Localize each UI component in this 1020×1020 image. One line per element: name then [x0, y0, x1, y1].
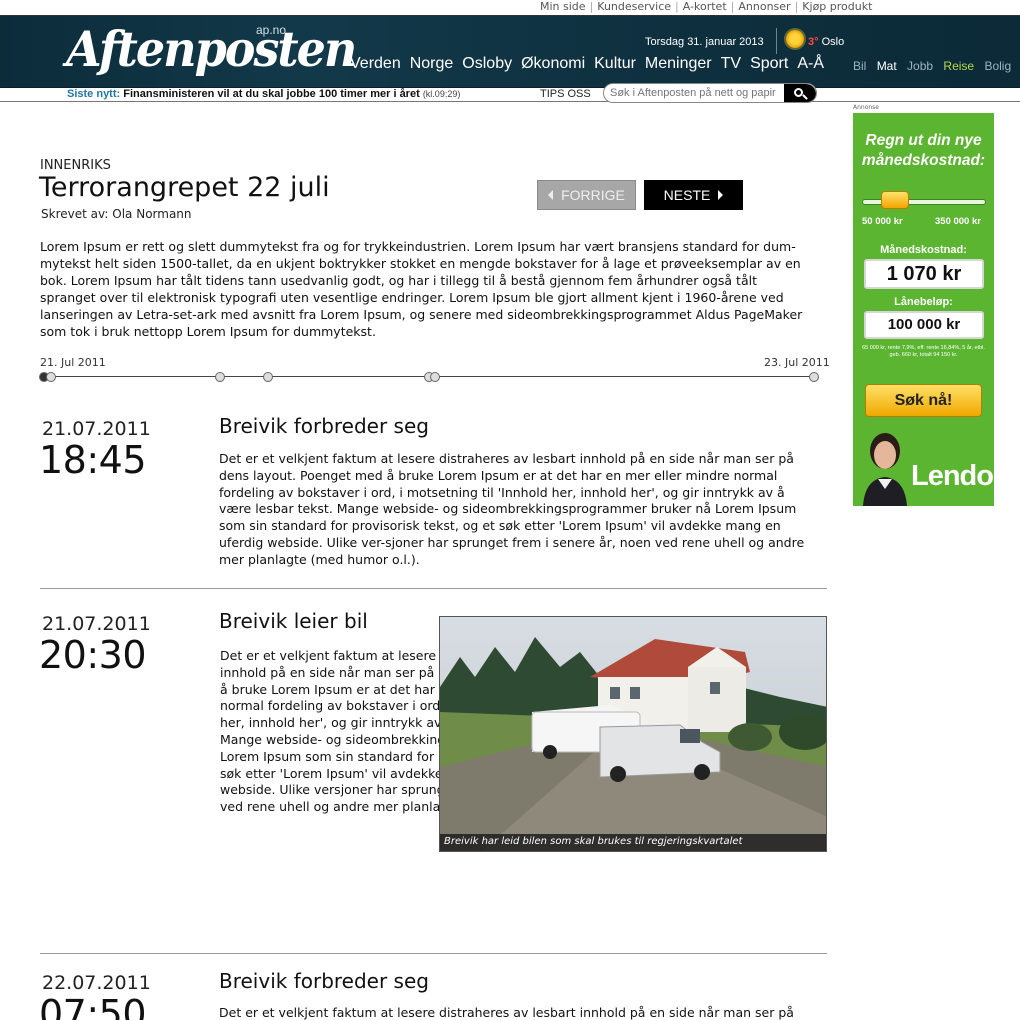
- search-icon-handle: [802, 94, 808, 100]
- entry-title[interactable]: Breivik forbreder seg: [219, 969, 429, 993]
- nav-meninger[interactable]: Meninger: [645, 55, 712, 73]
- photo-caption: Breivik har leid bilen som skal brukes t…: [440, 834, 826, 851]
- entry-body: Det er et velkjent faktum at lesere dist…: [219, 1005, 794, 1020]
- nav-okonomi[interactable]: Økonomi: [521, 55, 585, 73]
- weather-readout[interactable]: 3° Oslo: [808, 36, 844, 48]
- loan-amount-value: 100 000 kr: [864, 311, 984, 339]
- nav-verden[interactable]: Verden: [350, 55, 401, 73]
- subnav-bil[interactable]: Bil: [853, 59, 866, 73]
- nav-osloby[interactable]: Osloby: [462, 55, 512, 73]
- entry-divider: [40, 953, 827, 954]
- entry-time: 07:50: [39, 992, 147, 1020]
- article-section[interactable]: INNENRIKS: [40, 158, 111, 173]
- person-image: [863, 433, 907, 506]
- ad-label: Annonse: [853, 104, 880, 111]
- ad-fine-print: 65 000 kr, rente 7,9%, eff. rente 16,84%…: [862, 345, 985, 358]
- lendo-advertisement[interactable]: Regn ut din nye månedskostnad: 50 000 kr…: [853, 113, 994, 506]
- next-button-label: NESTE: [663, 187, 711, 203]
- next-button[interactable]: NESTE: [644, 180, 743, 210]
- article-title: Terrorangrepet 22 juli: [39, 172, 330, 203]
- nav-sport[interactable]: Sport: [750, 55, 788, 73]
- timeline-end-date: 23. Jul 2011: [764, 356, 830, 369]
- weather-city: Oslo: [821, 36, 845, 48]
- previous-button-label: FORRIGE: [561, 187, 625, 203]
- entry-title[interactable]: Breivik leier bil: [219, 609, 368, 633]
- search-box: [603, 83, 817, 103]
- utility-link-min-side[interactable]: Min side: [540, 0, 586, 13]
- ad-headline: Regn ut din nye månedskostnad:: [853, 131, 994, 171]
- latest-news[interactable]: Siste nytt: Finansministeren vil at du s…: [67, 88, 460, 100]
- entry-time: 18:45: [39, 438, 147, 482]
- divider: [776, 28, 777, 54]
- separator: |: [589, 0, 594, 13]
- utility-link-kundeservice[interactable]: Kundeservice: [597, 0, 671, 13]
- chevron-right-icon: [718, 190, 724, 200]
- subnav-bolig[interactable]: Bolig: [984, 59, 1011, 73]
- entry-date: 22.07.2011: [42, 972, 151, 994]
- main-nav: Verden Norge Osloby Økonomi Kultur Menin…: [350, 55, 833, 73]
- chevron-left-icon: [548, 190, 554, 200]
- timeline-marker[interactable]: [46, 372, 56, 382]
- nav-tv[interactable]: TV: [721, 55, 741, 73]
- entry-date: 21.07.2011: [42, 613, 151, 635]
- nav-a-a[interactable]: A-Å: [797, 55, 824, 73]
- timeline-start-date: 21. Jul 2011: [40, 356, 106, 369]
- entry-date: 21.07.2011: [42, 418, 151, 440]
- nav-norge[interactable]: Norge: [410, 55, 454, 73]
- latest-news-headline[interactable]: Finansministeren vil at du skal jobbe 10…: [123, 88, 420, 100]
- timeline-marker[interactable]: [263, 372, 273, 382]
- loan-slider-handle[interactable]: [881, 191, 910, 209]
- tips-link[interactable]: TIPS OSS: [540, 88, 591, 100]
- subnav-jobb[interactable]: Jobb: [907, 59, 933, 73]
- breaking-news-bar: Siste nytt: Finansministeren vil at du s…: [0, 83, 1020, 103]
- entry-title[interactable]: Breivik forbreder seg: [219, 414, 429, 438]
- search-input[interactable]: [610, 85, 786, 101]
- ad-headline-line-2: månedskostnad:: [861, 152, 986, 169]
- temperature: 3°: [808, 36, 819, 48]
- entry-divider: [40, 588, 827, 589]
- timeline-marker[interactable]: [809, 372, 819, 382]
- timeline-marker[interactable]: [215, 372, 225, 382]
- utility-link-a-kortet[interactable]: A-kortet: [683, 0, 727, 13]
- monthly-cost-label: Månedskostnad:: [880, 244, 967, 256]
- utility-link-annonser[interactable]: Annonser: [738, 0, 790, 13]
- van-house-photo: [440, 617, 826, 851]
- current-date: Torsdag 31. januar 2013: [645, 36, 764, 48]
- entry-photo[interactable]: Breivik har leid bilen som skal brukes t…: [439, 616, 827, 852]
- separator: |: [794, 0, 799, 13]
- entry-body: Det er et velkjent faktum at lesere dist…: [219, 451, 805, 567]
- lendo-logo: Lendo: [911, 460, 994, 492]
- entry-time: 20:30: [39, 633, 147, 677]
- sun-icon: [786, 30, 804, 48]
- monthly-cost-value: 1 070 kr: [864, 259, 984, 289]
- nav-kultur[interactable]: Kultur: [594, 55, 636, 73]
- subnav-reise[interactable]: Reise: [943, 59, 974, 73]
- loan-amount-label: Lånebeløp:: [894, 296, 953, 308]
- article-byline: Skrevet av: Ola Normann: [41, 207, 192, 221]
- site-header: Aftenposten ap.no Torsdag 31. januar 201…: [0, 15, 1020, 88]
- separator: |: [675, 0, 679, 13]
- previous-button[interactable]: FORRIGE: [537, 180, 636, 210]
- logo-domain: ap.no: [256, 23, 287, 37]
- slider-max-label: 350 000 kr: [935, 216, 981, 227]
- separator: |: [730, 0, 735, 13]
- utility-link-kjop-produkt[interactable]: Kjøp produkt: [802, 0, 872, 13]
- article-intro: Lorem Ipsum er rett og slett dummytekst …: [40, 239, 803, 339]
- search-button[interactable]: [784, 84, 816, 102]
- slider-min-label: 50 000 kr: [862, 216, 903, 227]
- latest-news-time: (kl.09:29): [422, 89, 461, 99]
- latest-news-label: Siste nytt:: [67, 88, 121, 100]
- timeline-marker[interactable]: [430, 372, 440, 382]
- sub-nav: Bil Mat Jobb Reise Bolig: [853, 59, 1018, 73]
- apply-now-button[interactable]: Søk nå!: [865, 384, 982, 417]
- subnav-mat[interactable]: Mat: [877, 59, 897, 73]
- utility-links: Min side | Kundeservice | A-kortet | Annonser |…: [540, 0, 872, 15]
- site-logo[interactable]: Aftenposten: [66, 21, 357, 78]
- ad-headline-line-1: Regn ut din nye: [865, 132, 982, 149]
